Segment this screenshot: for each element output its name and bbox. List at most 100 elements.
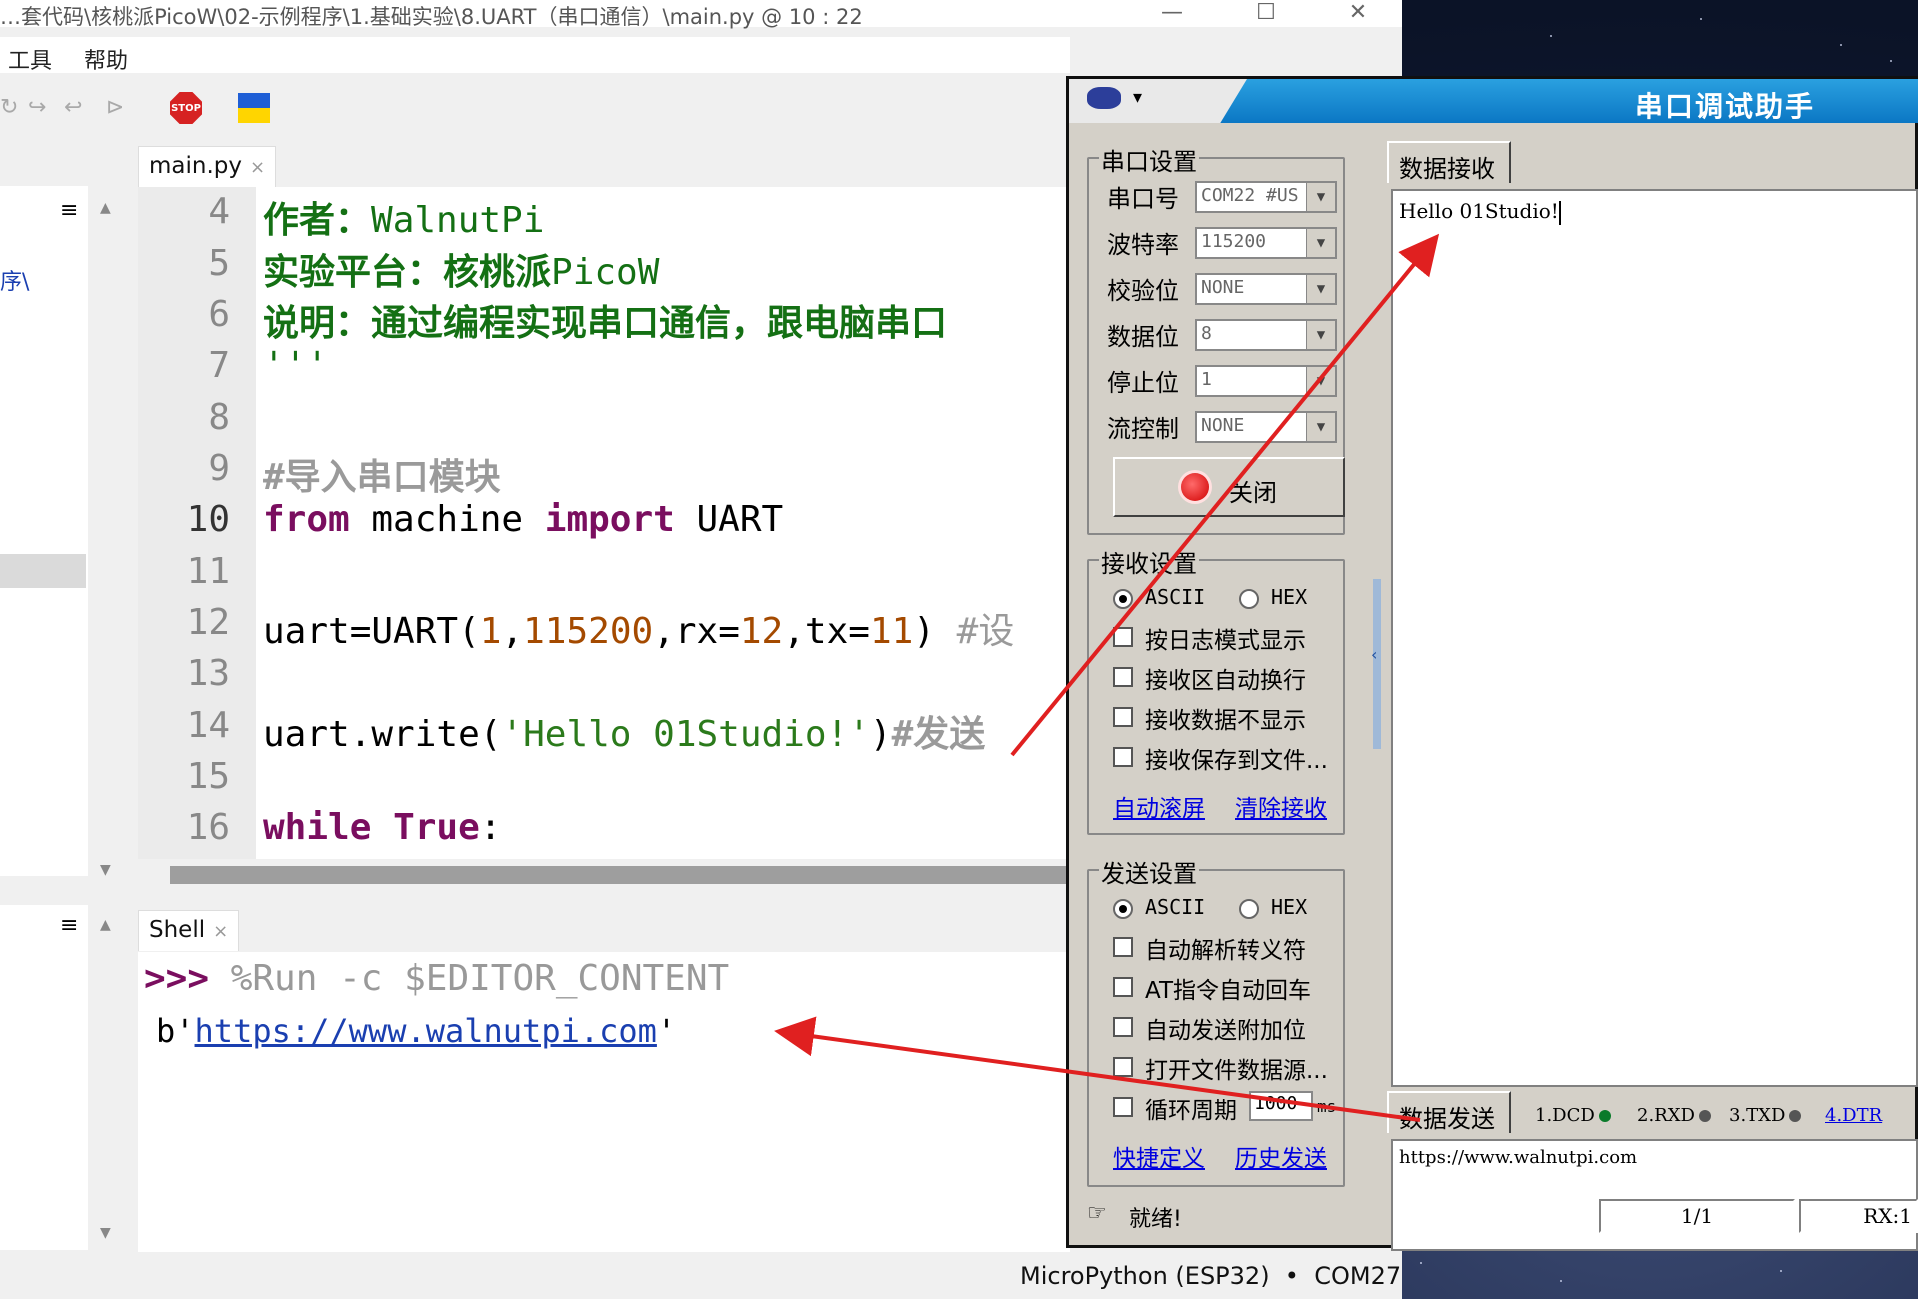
send-text: https://www.walnutpi.com: [1399, 1147, 1638, 1168]
tab-shell[interactable]: Shell ×: [138, 910, 240, 951]
port-settings-group: 串口设置 串口号 COM22 #US ▼ 波特率 115200 ▼ 校验位 NONE…: [1087, 142, 1345, 535]
serial-titlebar[interactable]: ▾ 串口调试助手: [1069, 79, 1918, 123]
shortcut-define-link[interactable]: 快捷定义: [1113, 1139, 1205, 1173]
code-line-5: 实验平台：核桃派PicoW: [263, 252, 660, 293]
port-select[interactable]: COM22 #US ▼: [1195, 181, 1337, 213]
rx-autowrap-checkbox[interactable]: [1113, 667, 1133, 687]
chevron-down-icon[interactable]: ▼: [1306, 413, 1335, 441]
dropdown-icon[interactable]: ▾: [1133, 87, 1142, 108]
menu-help[interactable]: 帮助: [84, 43, 128, 75]
step-out-icon[interactable]: ↩: [64, 95, 82, 120]
chevron-down-icon[interactable]: ▼: [1306, 321, 1335, 349]
file-path-fragment[interactable]: 序\: [0, 264, 29, 296]
auto-scroll-link[interactable]: 自动滚屏: [1113, 789, 1205, 823]
shell-console[interactable]: >>> %Run -c $EDITOR_CONTENT b'https://ww…: [138, 952, 1070, 1252]
menu-tools[interactable]: 工具: [8, 43, 52, 75]
minimize-button[interactable]: —: [1142, 0, 1202, 25]
scroll-down-icon[interactable]: ▼: [100, 862, 111, 878]
parity-select[interactable]: NONE ▼: [1195, 273, 1337, 305]
chevron-down-icon[interactable]: ▼: [1306, 275, 1335, 303]
rx-log-mode-checkbox[interactable]: [1113, 627, 1133, 647]
files-pane[interactable]: ≡ 序\: [0, 186, 88, 876]
clear-receive-link[interactable]: 清除接收: [1235, 789, 1327, 823]
tab-label: 数据接收: [1399, 155, 1495, 183]
tx-loop-period-input[interactable]: 1000: [1249, 1091, 1313, 1121]
tx-hex-label: HEX: [1271, 895, 1308, 919]
output-url[interactable]: https://www.walnutpi.com: [195, 1012, 657, 1050]
rx-save-file-checkbox[interactable]: [1113, 747, 1133, 767]
chevron-down-icon[interactable]: ▼: [1306, 367, 1335, 395]
ukraine-flag-icon: [238, 93, 270, 123]
code-editor[interactable]: 4 5 6 7 8 9 10 11 12 13 14 15 16 作者：Waln…: [138, 187, 1070, 859]
step-into-icon[interactable]: ↪: [28, 95, 46, 120]
line-number: 15: [186, 756, 230, 797]
tx-ascii-radio[interactable]: [1113, 899, 1133, 919]
send-textarea[interactable]: https://www.walnutpi.com: [1391, 1139, 1918, 1251]
rx-ascii-radio[interactable]: [1113, 589, 1133, 609]
close-tab-icon[interactable]: ×: [213, 921, 228, 942]
shell-side-scrollbar[interactable]: ▲ ▼: [88, 905, 134, 1250]
tab-main-py[interactable]: main.py ×: [138, 146, 277, 187]
receive-settings-group: 接收设置 ASCII HEX 按日志模式显示 接收区自动换行 接收数据不显示 接…: [1087, 544, 1345, 835]
stop-icon[interactable]: STOP: [170, 92, 202, 124]
databits-select[interactable]: 8 ▼: [1195, 319, 1337, 351]
pane-menu-icon[interactable]: ≡: [60, 913, 78, 938]
pane-menu-icon[interactable]: ≡: [60, 198, 78, 223]
scroll-up-icon[interactable]: ▲: [100, 917, 111, 933]
pin-dtr-link[interactable]: 4.DTR: [1825, 1105, 1882, 1126]
star: [1560, 1280, 1562, 1282]
rx-hex-radio[interactable]: [1239, 589, 1259, 609]
code-line-16: while True:: [263, 807, 502, 848]
close-button[interactable]: ✕: [1328, 0, 1388, 25]
tx-option-label: 打开文件数据源...: [1145, 1058, 1328, 1084]
receive-textarea[interactable]: Hello 01Studio!: [1391, 189, 1918, 1087]
scroll-up-icon[interactable]: ▲: [100, 200, 111, 216]
tx-option-label: 自动解析转义符: [1145, 938, 1306, 964]
files-scrollbar[interactable]: ▲ ▼: [88, 186, 134, 878]
tx-append-bit-checkbox[interactable]: [1113, 1017, 1133, 1037]
interpreter-status[interactable]: MicroPython (ESP32) • COM27: [1020, 1262, 1401, 1290]
maximize-button[interactable]: ☐: [1236, 0, 1296, 25]
editor-horizontal-scrollbar[interactable]: [170, 866, 1070, 884]
tab-label: Shell: [149, 917, 206, 943]
port-status-led-icon: [1181, 473, 1209, 501]
tx-escape-checkbox[interactable]: [1113, 937, 1133, 957]
rx-option-label: 接收保存到文件...: [1145, 748, 1328, 774]
code-line-9: #导入串口模块: [263, 457, 501, 498]
scroll-down-icon[interactable]: ▼: [100, 1225, 111, 1241]
lower-left-pane[interactable]: ≡: [0, 905, 88, 1250]
title-menu-tab[interactable]: ▾: [1069, 79, 1247, 123]
tab-label: main.py: [149, 153, 242, 179]
window-titlebar[interactable]: …套代码\核桃派PicoW\02-示例程序\1.基础实验\8.UART（串口通信…: [0, 0, 1402, 29]
step-over-icon[interactable]: ↻: [0, 95, 18, 120]
line-number: 4: [208, 191, 230, 232]
group-title: 串口设置: [1099, 142, 1199, 177]
code-line-4: 作者：WalnutPi: [263, 200, 545, 241]
resume-icon[interactable]: ⊳: [106, 95, 124, 120]
selected-file-row[interactable]: [0, 554, 86, 588]
collapse-arrow-icon[interactable]: ‹: [1371, 645, 1377, 664]
tab-data-send[interactable]: 数据发送: [1387, 1091, 1511, 1133]
stopbits-select[interactable]: 1 ▼: [1195, 365, 1337, 397]
rx-hide-data-checkbox[interactable]: [1113, 707, 1133, 727]
chevron-down-icon[interactable]: ▼: [1306, 229, 1335, 257]
line-number-current: 10: [186, 499, 230, 540]
rx-ascii-label: ASCII: [1145, 585, 1206, 609]
close-tab-icon[interactable]: ×: [250, 157, 265, 178]
ready-status: 就绪!: [1129, 1207, 1182, 1232]
line-number: 5: [208, 243, 230, 284]
tx-file-source-checkbox[interactable]: [1113, 1057, 1133, 1077]
chevron-down-icon[interactable]: ▼: [1306, 183, 1335, 211]
tab-data-receive[interactable]: 数据接收: [1387, 141, 1511, 183]
line-number: 12: [186, 602, 230, 643]
tx-hex-radio[interactable]: [1239, 899, 1259, 919]
close-port-button[interactable]: 关闭: [1113, 457, 1345, 517]
panel-splitter[interactable]: ‹: [1371, 579, 1381, 749]
tx-loop-checkbox[interactable]: [1113, 1097, 1133, 1117]
code-line-12: uart=UART(1,115200,rx=12,tx=11) #设: [263, 611, 1015, 652]
flow-select[interactable]: NONE ▼: [1195, 411, 1337, 443]
baud-select[interactable]: 115200 ▼: [1195, 227, 1337, 259]
tx-at-return-checkbox[interactable]: [1113, 977, 1133, 997]
rx-option-label: 接收区自动换行: [1145, 668, 1306, 694]
send-history-link[interactable]: 历史发送: [1235, 1139, 1327, 1173]
